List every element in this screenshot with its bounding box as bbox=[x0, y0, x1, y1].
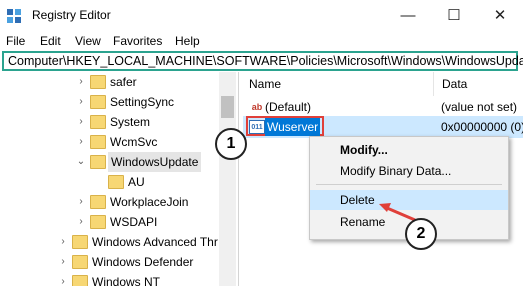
tree-item-windows-defender[interactable]: › Windows Defender bbox=[0, 252, 219, 272]
menu-favorites[interactable]: Favorites bbox=[113, 34, 162, 48]
tree-item-label: WSDAPI bbox=[110, 215, 158, 229]
tree-item-label: AU bbox=[128, 175, 145, 189]
address-bar[interactable]: Computer\HKEY_LOCAL_MACHINE\SOFTWARE\Pol… bbox=[2, 51, 523, 71]
address-path: Computer\HKEY_LOCAL_MACHINE\SOFTWARE\Pol… bbox=[8, 54, 523, 68]
column-divider[interactable] bbox=[433, 72, 434, 96]
folder-icon bbox=[108, 175, 124, 189]
tree-item-windows-advanced-threat[interactable]: › Windows Advanced Thr bbox=[0, 232, 219, 252]
chevron-right-icon[interactable]: › bbox=[76, 72, 86, 92]
step-badge-2: 2 bbox=[405, 218, 437, 250]
menu-help[interactable]: Help bbox=[175, 34, 200, 48]
tree-item-label: Windows NT bbox=[92, 275, 161, 286]
minimize-button[interactable]: — bbox=[385, 0, 431, 31]
tree-item-wcmsvc[interactable]: › WcmSvc bbox=[0, 132, 219, 152]
value-row-default[interactable]: ab (Default) (value not set) bbox=[243, 98, 523, 116]
chevron-right-icon[interactable]: › bbox=[76, 192, 86, 212]
chevron-right-icon[interactable]: › bbox=[76, 92, 86, 112]
value-data: 0x00000000 (0) bbox=[441, 120, 523, 134]
chevron-right-icon[interactable]: › bbox=[76, 212, 86, 232]
tree-item-settingsync[interactable]: › SettingSync bbox=[0, 92, 219, 112]
tree-item-label: Windows Defender bbox=[92, 255, 194, 269]
menu-view[interactable]: View bbox=[75, 34, 101, 48]
folder-icon bbox=[72, 275, 88, 286]
close-button[interactable]: ✕ bbox=[477, 0, 523, 31]
tree-item-system[interactable]: › System bbox=[0, 112, 219, 132]
value-name: Wuserver bbox=[265, 118, 321, 136]
chevron-right-icon[interactable]: › bbox=[58, 252, 68, 272]
tree-item-windows-nt[interactable]: › Windows NT bbox=[0, 272, 219, 286]
chevron-right-icon[interactable]: › bbox=[76, 132, 86, 152]
menu-item-modify-binary[interactable]: Modify Binary Data... bbox=[310, 161, 508, 181]
title-bar: Registry Editor — ☐ ✕ bbox=[0, 0, 523, 31]
folder-icon bbox=[90, 215, 106, 229]
tree-item-windowsupdate[interactable]: ⌄ WindowsUpdate bbox=[0, 152, 219, 172]
folder-icon bbox=[90, 195, 106, 209]
menu-item-modify[interactable]: Modify... bbox=[310, 140, 508, 160]
menu-bar: File Edit View Favorites Help bbox=[0, 31, 523, 51]
window-title: Registry Editor bbox=[32, 8, 111, 22]
menu-item-label: Modify Binary Data... bbox=[340, 164, 452, 178]
folder-icon bbox=[90, 135, 106, 149]
tree-item-label: WorkplaceJoin bbox=[110, 195, 189, 209]
tree-item-wsdapi[interactable]: › WSDAPI bbox=[0, 212, 219, 232]
value-name: (Default) bbox=[265, 100, 312, 114]
tree-item-label: WcmSvc bbox=[110, 135, 158, 149]
folder-icon bbox=[90, 115, 106, 129]
binary-value-icon: 011 bbox=[249, 120, 265, 134]
chevron-down-icon[interactable]: ⌄ bbox=[76, 152, 86, 172]
string-value-icon: ab bbox=[251, 102, 263, 112]
tree-item-safer[interactable]: › safer bbox=[0, 72, 219, 92]
menu-edit[interactable]: Edit bbox=[40, 34, 61, 48]
chevron-right-icon[interactable]: › bbox=[76, 112, 86, 132]
chevron-right-icon[interactable]: › bbox=[58, 272, 68, 286]
tree-item-label: SettingSync bbox=[110, 95, 175, 109]
folder-icon bbox=[90, 95, 106, 109]
chevron-right-icon[interactable]: › bbox=[58, 232, 68, 252]
column-header-name[interactable]: Name bbox=[249, 77, 281, 91]
tree-item-label: Windows Advanced Thr bbox=[92, 235, 218, 249]
menu-separator bbox=[316, 184, 502, 185]
tree-item-workplacejoin[interactable]: › WorkplaceJoin bbox=[0, 192, 219, 212]
tree-item-label: safer bbox=[110, 75, 137, 89]
step-badge-1: 1 bbox=[215, 128, 247, 160]
maximize-button[interactable]: ☐ bbox=[431, 0, 477, 31]
tree-scrollbar-thumb[interactable] bbox=[221, 96, 234, 118]
folder-icon bbox=[72, 235, 88, 249]
value-data: (value not set) bbox=[441, 100, 518, 114]
menu-file[interactable]: File bbox=[6, 34, 25, 48]
menu-item-label: Delete bbox=[340, 193, 375, 207]
tree-pane: › safer › SettingSync › System › WcmSvc … bbox=[0, 72, 239, 286]
folder-icon bbox=[72, 255, 88, 269]
folder-icon bbox=[90, 75, 106, 89]
folder-open-icon bbox=[90, 155, 106, 169]
tree-item-label: WindowsUpdate bbox=[108, 152, 202, 172]
menu-item-label: Modify... bbox=[340, 143, 388, 157]
tree-item-label: System bbox=[110, 115, 151, 129]
registry-editor-icon bbox=[7, 9, 21, 23]
tree-item-au[interactable]: AU bbox=[0, 172, 219, 192]
value-row-wuserver[interactable]: 011 Wuserver 0x00000000 (0) bbox=[243, 116, 523, 138]
column-header-data[interactable]: Data bbox=[442, 77, 467, 91]
